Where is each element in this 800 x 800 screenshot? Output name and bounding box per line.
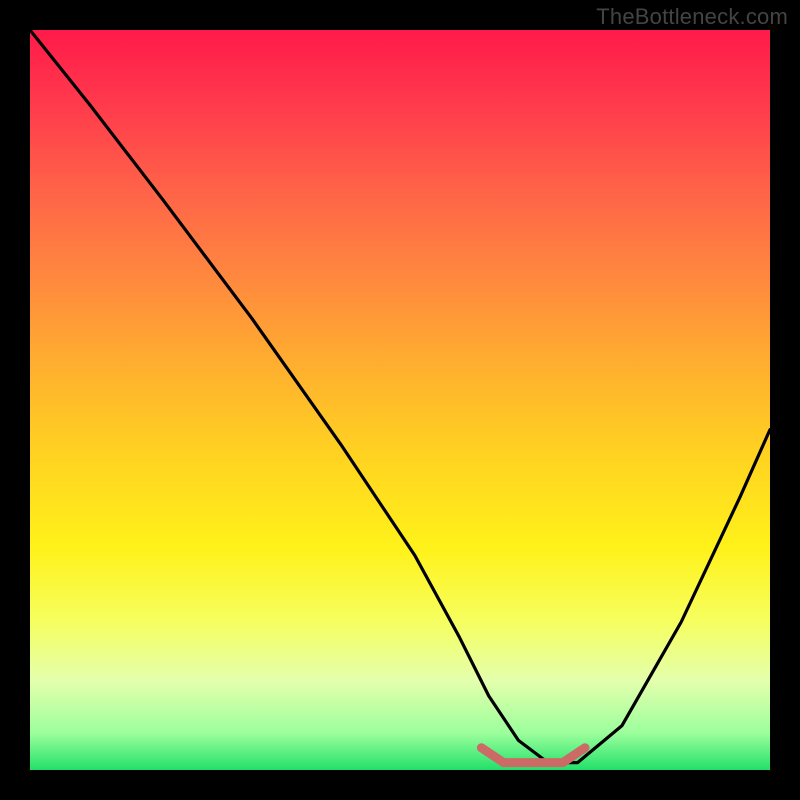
plot-area <box>30 30 770 770</box>
bottleneck-curve <box>30 30 770 763</box>
watermark-text: TheBottleneck.com <box>596 4 788 30</box>
chart-container: TheBottleneck.com <box>0 0 800 800</box>
plot-svg <box>30 30 770 770</box>
